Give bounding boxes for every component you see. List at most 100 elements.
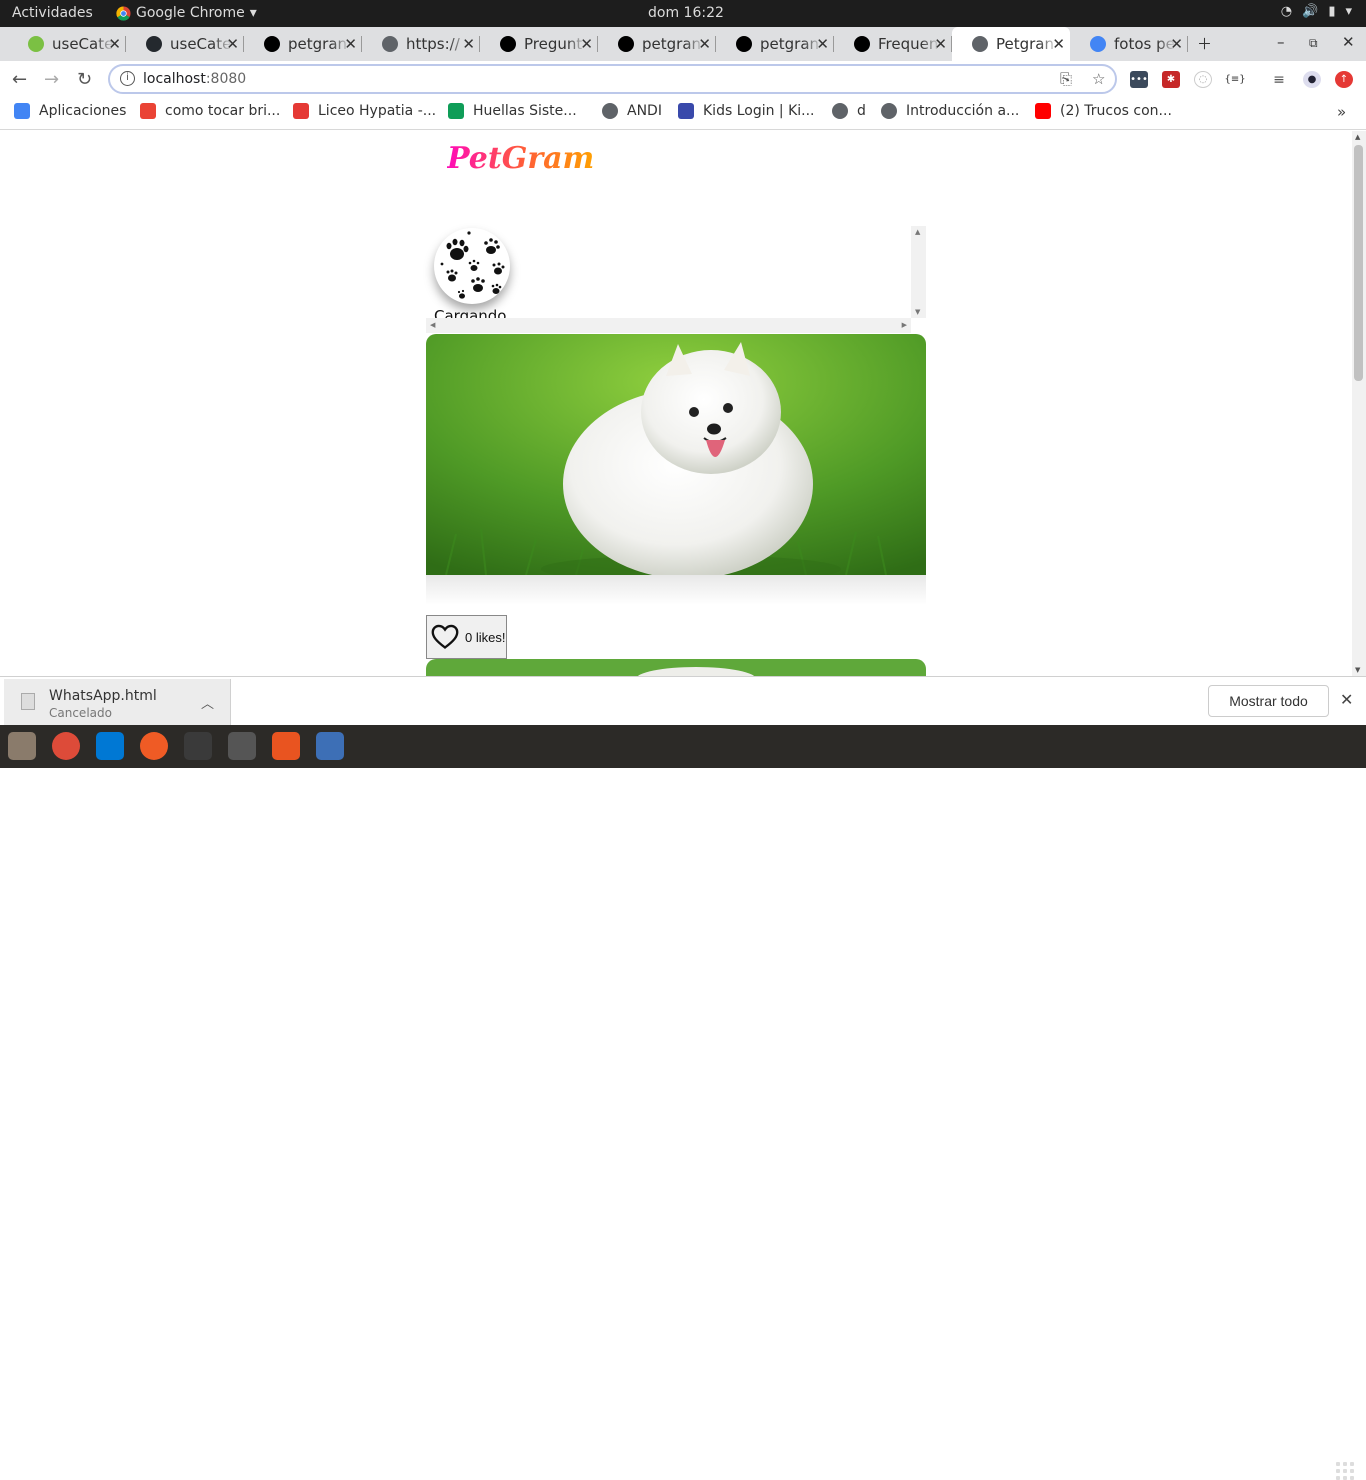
address-bar[interactable]: i localhost:8080 ⎘ ☆ — [108, 64, 1117, 94]
tab-label: useCate — [170, 35, 232, 53]
close-tab-icon[interactable]: ✕ — [226, 35, 239, 53]
close-tab-icon[interactable]: ✕ — [934, 35, 947, 53]
vscode-icon[interactable] — [96, 732, 124, 760]
bookmark-item[interactable]: d — [832, 103, 866, 119]
bookmark-label: Aplicaciones — [39, 103, 127, 119]
minimize-button[interactable]: – — [1277, 33, 1285, 51]
category-horizontal-scrollbar[interactable]: ◀ ▶ — [426, 318, 911, 333]
bookmark-item[interactable]: Liceo Hypatia -... — [293, 103, 436, 119]
tab-1[interactable]: useCate ✕ — [126, 27, 244, 61]
extension-update-icon[interactable]: ↑ — [1335, 71, 1353, 88]
heart-outline-icon — [431, 624, 459, 649]
page-vertical-scrollbar[interactable]: ▲ ▼ — [1352, 131, 1366, 676]
category-item[interactable]: Cargando... — [434, 228, 521, 325]
download-file-name: WhatsApp.html — [49, 688, 157, 704]
petgram-logo[interactable]: PetGram — [447, 141, 594, 176]
bookmark-item[interactable]: (2) Trucos con... — [1035, 103, 1172, 119]
tab-label: Frequen — [878, 35, 939, 53]
forward-arrow-icon[interactable]: → — [44, 69, 59, 90]
kids-icon — [678, 103, 694, 119]
reload-icon[interactable]: ↻ — [77, 69, 92, 90]
show-applications-icon[interactable] — [1336, 1462, 1354, 1480]
close-icon[interactable]: ✕ — [1340, 690, 1353, 709]
extension-red-icon[interactable]: ✱ — [1162, 71, 1180, 88]
software-center-icon[interactable] — [272, 732, 300, 760]
close-tab-icon[interactable]: ✕ — [108, 35, 121, 53]
google-icon — [140, 103, 156, 119]
youtube-icon — [1035, 103, 1051, 119]
likes-count: 0 likes! — [465, 629, 506, 645]
tools-icon[interactable] — [228, 732, 256, 760]
download-shelf: WhatsApp.html Cancelado ︿ Mostrar todo ✕ — [0, 676, 1366, 725]
close-window-button[interactable]: ✕ — [1342, 33, 1355, 51]
wifi-icon: ◔ — [1280, 4, 1293, 19]
extension-dots-icon[interactable]: ••• — [1130, 71, 1148, 88]
tab-2[interactable]: petgran ✕ — [244, 27, 362, 61]
nextjs-icon — [618, 36, 634, 52]
url-text[interactable]: localhost:8080 — [143, 71, 246, 87]
tab-separator — [1187, 36, 1188, 52]
show-all-button[interactable]: Mostrar todo — [1208, 685, 1329, 717]
tab-4[interactable]: Pregunt ✕ — [480, 27, 598, 61]
paw-prints-icon — [440, 231, 505, 299]
globe-icon — [832, 103, 848, 119]
tab-9[interactable]: fotos pe ✕ — [1070, 27, 1188, 61]
bookmark-item[interactable]: Introducción a... — [881, 103, 1019, 119]
bookmark-item[interactable]: como tocar bri... — [140, 103, 280, 119]
close-tab-icon[interactable]: ✕ — [580, 35, 593, 53]
screenshot-icon[interactable] — [316, 732, 344, 760]
bookmarks-bar: Aplicaciones como tocar bri... Liceo Hypat… — [0, 97, 1366, 130]
new-tab-button[interactable]: ＋ — [1197, 33, 1212, 54]
tab-5[interactable]: petgran ✕ — [598, 27, 716, 61]
navigation-bar: ← → ↻ i localhost:8080 ⎘ ☆ ••• ✱ ◌ {≡} ≡… — [0, 61, 1366, 97]
globe-icon — [602, 103, 618, 119]
like-button[interactable]: 0 likes! — [426, 615, 507, 659]
extension-json-icon[interactable]: {≡} — [1224, 71, 1246, 88]
category-vertical-scrollbar[interactable]: ▲ ▼ — [911, 226, 926, 318]
chevron-up-icon[interactable]: ︿ — [201, 693, 214, 712]
close-tab-icon[interactable]: ✕ — [344, 35, 357, 53]
profile-avatar[interactable]: ● — [1303, 71, 1321, 88]
media-queue-icon[interactable]: ≡ — [1270, 71, 1288, 88]
terminal-icon[interactable] — [184, 732, 212, 760]
tab-7[interactable]: Frequen ✕ — [834, 27, 952, 61]
category-avatar[interactable] — [434, 228, 510, 304]
file-icon — [21, 693, 35, 710]
bookmark-item[interactable]: Huellas Siste... — [448, 103, 577, 119]
bookmark-label: como tocar bri... — [165, 103, 281, 119]
download-item[interactable]: WhatsApp.html Cancelado ︿ — [4, 679, 231, 725]
s-icon — [448, 103, 464, 119]
close-tab-icon[interactable]: ✕ — [1170, 35, 1183, 53]
back-arrow-icon[interactable]: ← — [12, 69, 27, 90]
translate-icon[interactable]: ⎘ — [1060, 70, 1072, 88]
activities-button[interactable]: Actividades — [12, 5, 93, 21]
chrome-icon[interactable] — [52, 732, 80, 760]
system-tray[interactable]: ◔ 🔊 ▮ ▾ — [1281, 4, 1352, 19]
bookmark-item[interactable]: Kids Login | Ki... — [678, 103, 815, 119]
tab-label: Petgran — [996, 35, 1055, 53]
info-icon[interactable]: i — [120, 71, 135, 86]
star-icon[interactable]: ☆ — [1092, 70, 1105, 88]
photo-shadow — [426, 575, 926, 605]
files-icon[interactable] — [8, 732, 36, 760]
close-tab-icon[interactable]: ✕ — [462, 35, 475, 53]
more-bookmarks-icon[interactable]: » — [1337, 103, 1346, 121]
tab-0[interactable]: useCate ✕ — [8, 27, 126, 61]
maximize-button[interactable]: ⧉ — [1309, 36, 1318, 51]
app-menu[interactable]: Google Chrome ▾ — [116, 5, 257, 21]
close-tab-icon[interactable]: ✕ — [816, 35, 829, 53]
close-tab-icon[interactable]: ✕ — [1052, 35, 1065, 53]
tab-8[interactable]: Petgran ✕ — [952, 27, 1070, 61]
close-tab-icon[interactable]: ✕ — [698, 35, 711, 53]
tab-6[interactable]: petgran ✕ — [716, 27, 834, 61]
scrollbar-thumb[interactable] — [1354, 145, 1363, 381]
bookmark-label: Kids Login | Ki... — [703, 103, 815, 119]
extension-circle-icon[interactable]: ◌ — [1194, 71, 1212, 88]
bookmark-item[interactable]: ANDI — [602, 103, 662, 119]
nextjs-icon — [264, 36, 280, 52]
tab-label: Pregunt — [524, 35, 583, 53]
clock[interactable]: dom 16:22 — [648, 5, 724, 21]
tab-3[interactable]: https://✕ — [362, 27, 480, 61]
postman-icon[interactable] — [140, 732, 168, 760]
bookmark-item[interactable]: Aplicaciones — [14, 103, 126, 119]
